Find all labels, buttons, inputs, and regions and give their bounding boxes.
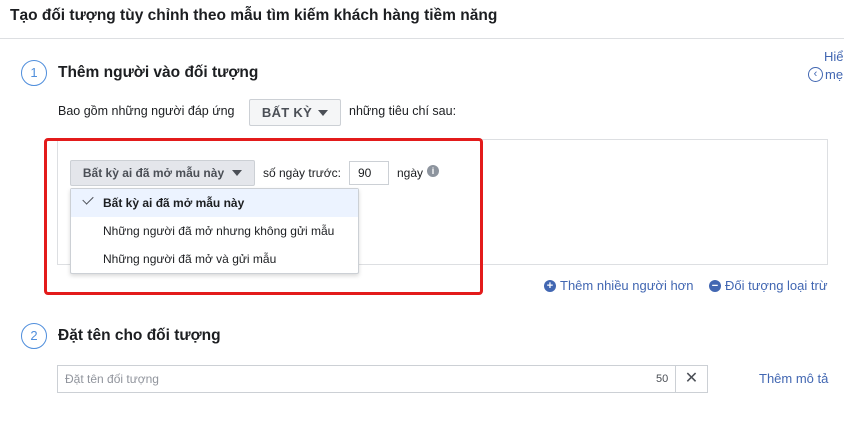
help-link-secondary[interactable]: ‹ mẹ: [808, 67, 843, 82]
step-1-title: Thêm người vào đối tượng: [58, 64, 259, 81]
info-icon[interactable]: i: [427, 165, 439, 177]
days-unit-label: ngày: [397, 166, 424, 180]
checkmark-icon: [82, 193, 94, 205]
step-1-indicator: 1: [21, 60, 47, 86]
exclude-label: Đối tượng loại trừ: [725, 278, 828, 293]
condition-option-opened-not-submitted[interactable]: Những người đã mở nhưng không gửi mẫu: [71, 217, 358, 245]
page-title: Tạo đối tượng tùy chỉnh theo mẫu tìm kiế…: [10, 7, 498, 24]
exclude-audience-link[interactable]: − Đối tượng loại trừ: [709, 278, 828, 293]
include-prefix-label: Bao gồm những người đáp ứng: [58, 104, 235, 118]
caret-down-icon: [318, 109, 329, 116]
character-count: 50: [656, 373, 669, 385]
days-input[interactable]: 90: [349, 161, 389, 185]
option-label: Bất kỳ ai đã mở mẫu này: [103, 196, 245, 210]
condition-option-any-opened[interactable]: Bất kỳ ai đã mở mẫu này: [71, 189, 358, 217]
match-type-value: BẤT KỲ: [261, 105, 313, 120]
days-label: số ngày trước:: [263, 166, 341, 180]
condition-option-opened-and-submitted[interactable]: Những người đã mở và gửi mẫu: [71, 245, 358, 273]
question-circle-icon: ‹: [808, 67, 823, 82]
option-label: Những người đã mở nhưng không gửi mẫu: [103, 224, 335, 238]
page-header: Tạo đối tượng tùy chỉnh theo mẫu tìm kiế…: [0, 0, 844, 39]
step-2-title: Đặt tên cho đối tượng: [58, 327, 221, 344]
audience-name-input[interactable]: Đặt tên đối tượng: [57, 365, 676, 393]
match-type-dropdown[interactable]: BẤT KỲ: [249, 99, 341, 126]
step-2-indicator: 2: [21, 323, 47, 349]
plus-circle-icon: +: [544, 279, 556, 292]
option-label: Những người đã mở và gửi mẫu: [103, 252, 277, 266]
condition-options-menu: Bất kỳ ai đã mở mẫu này Những người đã m…: [70, 188, 359, 274]
add-more-people-link[interactable]: + Thêm nhiều người hơn: [544, 278, 693, 293]
close-icon: ✕: [684, 370, 699, 387]
include-suffix-label: những tiêu chí sau:: [349, 104, 457, 118]
condition-selected-value: Bất kỳ ai đã mở mẫu này: [82, 166, 225, 180]
clear-name-button[interactable]: ✕: [675, 365, 708, 393]
help-link-text: mẹ: [825, 67, 844, 82]
condition-dropdown[interactable]: Bất kỳ ai đã mở mẫu này: [70, 160, 255, 186]
caret-down-icon: [232, 170, 243, 176]
help-link[interactable]: Hiể: [824, 49, 844, 64]
add-description-link[interactable]: Thêm mô tả: [759, 371, 828, 386]
minus-circle-icon: −: [709, 279, 721, 292]
add-more-label: Thêm nhiều người hơn: [560, 278, 694, 293]
